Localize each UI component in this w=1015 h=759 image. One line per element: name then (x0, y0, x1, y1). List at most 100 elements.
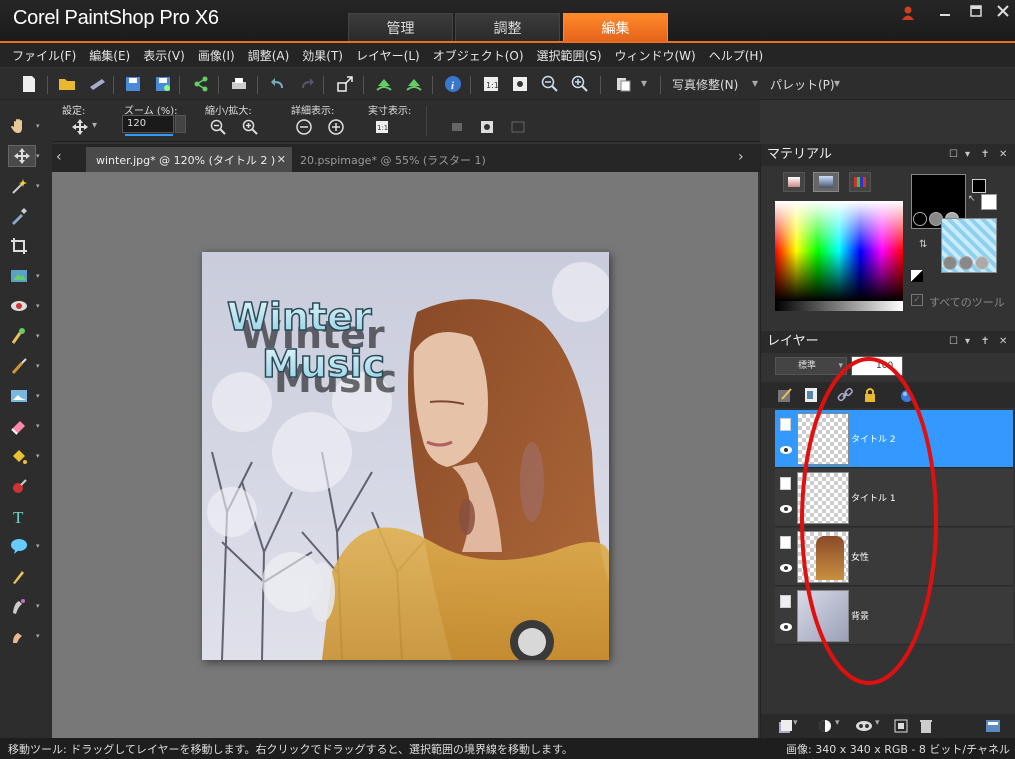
clone-tool-icon[interactable] (8, 325, 30, 347)
edit-layer-icon[interactable] (777, 387, 793, 406)
mask-icon[interactable] (855, 718, 873, 737)
tool-dropdown-icon[interactable]: ▾ (36, 423, 42, 430)
tool-dropdown-icon[interactable]: ▾ (36, 453, 42, 460)
frame-tab-icon[interactable] (783, 172, 805, 192)
color-picker-spectrum[interactable] (775, 201, 903, 301)
print-icon[interactable] (228, 73, 250, 95)
maximize-icon[interactable] (966, 5, 986, 23)
panel-maximize-icon[interactable]: ☐ (949, 331, 958, 353)
new-layer-icon[interactable] (777, 718, 793, 737)
adjustment-dropdown-icon[interactable]: ▾ (835, 718, 840, 728)
perspective-tool-icon[interactable] (8, 265, 30, 287)
menu-help[interactable]: ヘルプ(H) (709, 47, 763, 64)
menu-effects[interactable]: 効果(T) (302, 47, 343, 64)
document-image[interactable]: Winter Winter Music Music (202, 252, 609, 660)
visibility-eye-icon[interactable] (779, 563, 793, 573)
menu-file[interactable]: ファイル(F) (12, 47, 76, 64)
panel-menu-icon[interactable]: ▾ (965, 144, 970, 166)
color-changer-tool-icon[interactable] (8, 475, 30, 497)
visibility-eye-icon[interactable] (779, 622, 793, 632)
merge-icon[interactable] (893, 718, 909, 737)
move-tool-icon[interactable] (8, 145, 36, 167)
zoom-dropdown-icon[interactable] (175, 115, 186, 133)
crop-tool-icon[interactable] (8, 235, 30, 257)
panel-close-icon[interactable]: ✕ (999, 144, 1007, 166)
rotate-right-icon[interactable] (403, 73, 425, 95)
panel-close-icon[interactable]: ✕ (999, 331, 1007, 353)
shape-tool-icon[interactable] (8, 535, 30, 557)
new-layer-dropdown-icon[interactable]: ▾ (793, 718, 798, 728)
swatch-tab-icon[interactable] (849, 172, 871, 192)
tab-scroll-right-icon[interactable]: › (738, 149, 752, 167)
pen-tool-icon[interactable] (8, 565, 30, 587)
grayscale-strip[interactable] (775, 301, 903, 311)
menu-objects[interactable]: オブジェクト(O) (433, 47, 524, 64)
tool-dropdown-icon[interactable]: ▾ (36, 183, 42, 190)
menu-adjust[interactable]: 調整(A) (248, 47, 290, 64)
tool-dropdown-icon[interactable]: ▾ (36, 543, 42, 550)
mask-dropdown-icon[interactable]: ▾ (875, 718, 880, 728)
detail-plus-icon[interactable] (326, 118, 346, 136)
tool-dropdown-icon[interactable]: ▾ (36, 393, 42, 400)
palette-menu[interactable]: パレット(P) (770, 76, 835, 93)
brush-tool-icon[interactable] (8, 355, 30, 377)
menu-image[interactable]: 画像(I) (198, 47, 235, 64)
warp-brush-tool-icon[interactable] (8, 595, 30, 617)
save-as-icon[interactable] (152, 73, 174, 95)
tool-dropdown-icon[interactable]: ▾ (36, 633, 42, 640)
layer-options-icon[interactable] (985, 718, 1001, 737)
menu-window[interactable]: ウィンドウ(W) (615, 47, 696, 64)
zoom-out-icon[interactable] (539, 73, 561, 95)
move-preset-icon[interactable] (70, 118, 90, 136)
background-small-swatch[interactable] (981, 194, 997, 210)
tool-dropdown-icon[interactable]: ▾ (36, 363, 42, 370)
tool-dropdown-icon[interactable]: ▾ (36, 153, 42, 160)
undo-icon[interactable] (267, 73, 289, 95)
tab-manage[interactable]: 管理 (348, 13, 453, 42)
delete-layer-icon[interactable] (919, 718, 933, 737)
background-style-icons[interactable] (943, 256, 997, 272)
panel-pin-icon[interactable]: ✝ (981, 144, 989, 166)
foreground-small-swatch[interactable] (972, 179, 986, 193)
menu-selections[interactable]: 選択範囲(S) (537, 47, 602, 64)
pan-tool-icon[interactable] (8, 115, 30, 137)
text-tool-icon[interactable]: T (8, 505, 30, 527)
minimize-icon[interactable] (935, 5, 955, 23)
panel-menu-icon[interactable]: ▾ (965, 331, 970, 353)
panel-pin-icon[interactable]: ✝ (981, 331, 989, 353)
redo-icon[interactable] (296, 73, 318, 95)
clipboard-dropdown-icon[interactable]: ▾ (641, 76, 647, 90)
visibility-eye-icon[interactable] (779, 445, 793, 455)
new-file-icon[interactable] (18, 73, 40, 95)
tool-dropdown-icon[interactable]: ▾ (36, 603, 42, 610)
adjustment-layer-icon[interactable] (817, 718, 833, 737)
menu-edit[interactable]: 編集(E) (89, 47, 130, 64)
actual-size-icon[interactable]: 1:1 (480, 73, 502, 95)
options-actual-size-icon[interactable]: 1:1 (372, 118, 392, 136)
close-tab-icon[interactable]: ✕ (277, 153, 286, 166)
gradient-tab-icon[interactable] (813, 172, 839, 192)
document-tab-active[interactable]: winter.jpg* @ 120% (タイトル 2 ) ✕ (86, 147, 292, 172)
zoom-input[interactable]: 120 (122, 115, 174, 133)
resize-icon[interactable] (334, 73, 356, 95)
share-icon[interactable] (190, 73, 212, 95)
fill-icon[interactable] (508, 118, 528, 136)
magic-wand-tool-icon[interactable] (8, 175, 30, 197)
user-icon[interactable] (898, 5, 918, 23)
tab-edit[interactable]: 編集 (563, 13, 668, 42)
tool-dropdown-icon[interactable]: ▾ (36, 303, 42, 310)
fill-tool-icon[interactable] (8, 445, 30, 467)
menu-layers[interactable]: レイヤー(L) (356, 47, 420, 64)
center-icon[interactable] (477, 118, 497, 136)
tab-adjust[interactable]: 調整 (455, 13, 560, 42)
save-icon[interactable] (122, 73, 144, 95)
photo-fix-dropdown-icon[interactable]: ▾ (752, 76, 758, 90)
rotate-left-icon[interactable] (373, 73, 395, 95)
tool-dropdown-icon[interactable]: ▾ (36, 273, 42, 280)
smudge-tool-icon[interactable] (8, 625, 30, 647)
close-icon[interactable] (993, 5, 1013, 23)
all-tools-checkbox[interactable]: ✓ (911, 294, 923, 306)
red-eye-tool-icon[interactable] (8, 295, 30, 317)
info-icon[interactable]: i (442, 73, 464, 95)
tab-scroll-left-icon[interactable]: ‹ (56, 149, 70, 167)
